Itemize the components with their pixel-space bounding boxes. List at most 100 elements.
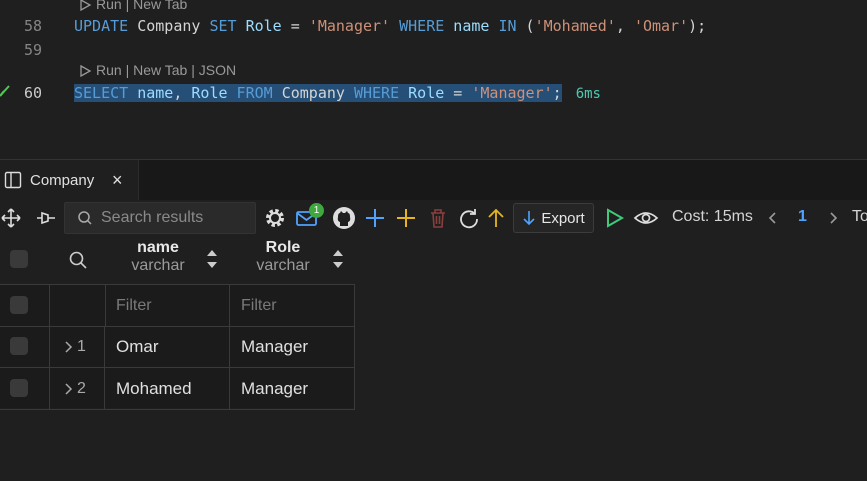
filter-input-name[interactable]: Filter	[106, 285, 230, 326]
code-token: 'Mohamed'	[534, 17, 616, 35]
row-checkbox[interactable]	[10, 337, 28, 355]
sort-icon[interactable]	[331, 248, 345, 270]
to-label: To	[852, 208, 867, 225]
codelens-run-top[interactable]: Run | New Tab	[78, 0, 187, 12]
tab-company[interactable]: Company ×	[0, 160, 139, 200]
code-text-wrap: SELECT name, Role FROM Company WHERE Rol…	[74, 82, 601, 105]
play-outline-icon	[80, 65, 92, 78]
code-token: Company	[272, 84, 354, 102]
grid-body: Filter Filter 1 Omar Manager 2 Mohamed M…	[0, 284, 355, 410]
row-index[interactable]: 2	[50, 368, 105, 409]
line-number: 59	[23, 41, 42, 59]
github-icon[interactable]	[331, 203, 357, 233]
execution-time: 6ms	[575, 86, 601, 102]
codelens-run-bottom[interactable]: Run | New Tab | JSON	[78, 62, 236, 78]
sql-editor[interactable]: Run | New Tab 58 UPDATE Company SET Role…	[0, 0, 867, 160]
row-index-number: 1	[77, 337, 86, 355]
code-line-59[interactable]: 59	[0, 39, 867, 61]
code-token: IN	[489, 17, 517, 35]
download-icon	[523, 211, 535, 226]
split-panel-icon	[4, 171, 22, 189]
chevron-right-icon[interactable]	[64, 340, 74, 354]
close-icon[interactable]: ×	[112, 170, 123, 191]
code-text: UPDATE Company SET Role = 'Manager' WHER…	[74, 15, 706, 37]
row-index[interactable]: 1	[50, 326, 105, 367]
column-type: varchar	[131, 257, 185, 274]
code-token: );	[688, 17, 707, 35]
index-cell	[50, 285, 106, 326]
codelens-bottom-label[interactable]: Run | New Tab | JSON	[96, 62, 236, 78]
row-checkbox-cell	[0, 326, 50, 367]
cell-role[interactable]: Manager	[231, 326, 355, 367]
code-token: WHERE	[353, 84, 400, 102]
row-checkbox-cell	[0, 285, 50, 326]
gear-icon[interactable]	[263, 203, 287, 233]
refresh-icon[interactable]	[458, 203, 480, 233]
code-token: FROM	[227, 84, 273, 102]
column-name: name	[137, 239, 179, 256]
result-toolbar: Search results 1 Export Cost: 15ms 1 To	[0, 200, 867, 236]
chevron-right-icon[interactable]	[64, 382, 74, 396]
column-type: varchar	[256, 257, 310, 274]
code-token: 'Manager'	[471, 84, 553, 102]
code-line-58[interactable]: 58 UPDATE Company SET Role = 'Manager' W…	[0, 15, 867, 37]
cell-name[interactable]: Omar	[106, 326, 230, 367]
search-icon[interactable]	[68, 250, 88, 270]
export-button[interactable]: Export	[513, 203, 594, 233]
cell-role[interactable]: Manager	[231, 368, 355, 409]
tab-title: Company	[30, 171, 95, 189]
select-all-checkbox[interactable]	[10, 250, 28, 268]
plus-icon[interactable]	[364, 203, 386, 233]
codelens-top-label[interactable]: Run | New Tab	[96, 0, 187, 12]
grid-header: name varchar Role varchar	[0, 236, 867, 284]
code-token: name	[444, 17, 490, 35]
page-number[interactable]: 1	[798, 208, 807, 226]
success-check-icon	[0, 82, 10, 111]
code-token: =	[281, 17, 309, 35]
filter-input-role[interactable]: Filter	[231, 285, 355, 326]
row-checkbox-cell	[0, 368, 50, 409]
code-token: WHERE	[390, 17, 445, 35]
code-token: 'Manager'	[308, 17, 391, 35]
chevron-left-icon[interactable]	[764, 203, 780, 233]
result-tab-bar: Company ×	[0, 160, 867, 200]
table-row[interactable]: 2 Mohamed Manager	[0, 368, 355, 410]
code-token: Role	[399, 84, 445, 102]
code-token: Role	[191, 84, 228, 102]
sort-icon[interactable]	[205, 248, 219, 270]
pin-icon[interactable]	[35, 203, 57, 233]
line-number: 60	[23, 84, 42, 102]
cell-name[interactable]: Mohamed	[106, 368, 230, 409]
cost-label: Cost: 15ms	[672, 208, 753, 225]
code-token: SELECT	[74, 84, 129, 102]
line-number: 58	[23, 17, 42, 35]
plus-yellow-icon[interactable]	[395, 203, 417, 233]
selected-code: SELECT name, Role FROM Company WHERE Rol…	[74, 84, 562, 102]
column-header-name[interactable]: name varchar	[118, 239, 198, 275]
search-input[interactable]: Search results	[64, 202, 256, 234]
notification-badge: 1	[309, 203, 324, 218]
eye-icon[interactable]	[633, 203, 659, 233]
code-token: SET	[209, 17, 237, 35]
code-token: =	[444, 84, 472, 102]
results-grid: name varchar Role varchar Filter Filter …	[0, 236, 867, 481]
filter-row: Filter Filter	[0, 284, 355, 327]
row-checkbox[interactable]	[10, 296, 28, 314]
code-line-60[interactable]: 60 SELECT name, Role FROM Company WHERE …	[0, 82, 867, 104]
row-checkbox[interactable]	[10, 379, 28, 397]
code-token: ,	[173, 84, 192, 102]
move-icon[interactable]	[0, 203, 22, 233]
code-token: (	[516, 17, 535, 35]
arrow-up-icon[interactable]	[486, 203, 506, 233]
search-icon	[78, 211, 92, 225]
column-header-role[interactable]: Role varchar	[243, 239, 323, 275]
table-row[interactable]: 1 Omar Manager	[0, 326, 355, 368]
play-icon[interactable]	[603, 203, 625, 233]
chevron-right-icon[interactable]	[826, 203, 842, 233]
trash-icon[interactable]	[427, 203, 449, 233]
column-name: Role	[265, 239, 301, 256]
code-token: ;	[552, 84, 562, 102]
code-token: ,	[615, 17, 634, 35]
search-placeholder: Search results	[101, 209, 204, 226]
play-outline-icon	[80, 0, 92, 12]
